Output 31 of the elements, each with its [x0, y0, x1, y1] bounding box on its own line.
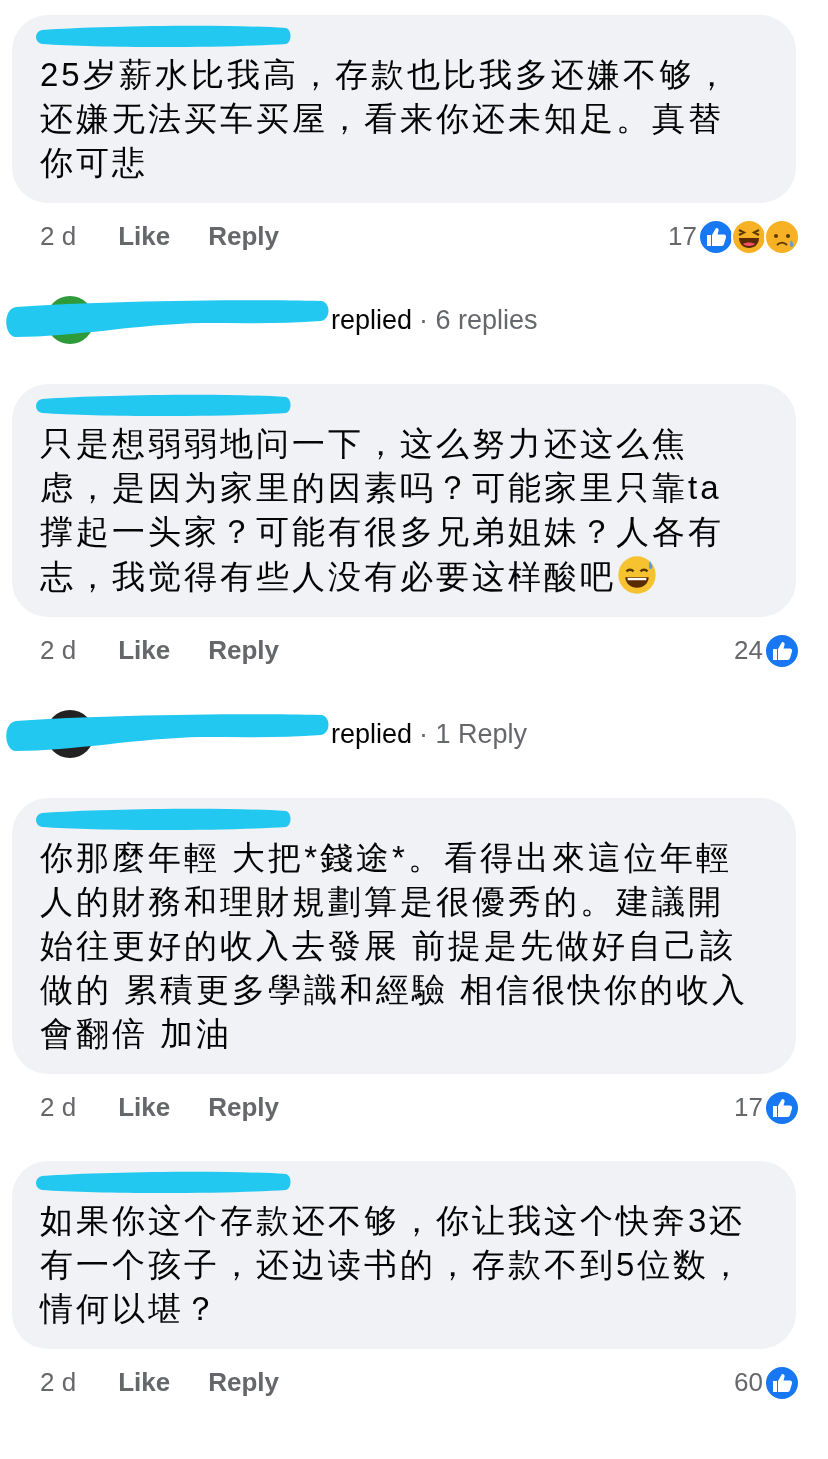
- like-link[interactable]: Like: [118, 631, 171, 670]
- comment-text: 只是想弱弱地问一下，这么努力还这么焦虑，是因为家里的因素吗？可能家里只靠ta撑起一头家？可能有很多兄弟姐妹？人各有志，我觉得有些人没有必要这样酸吧: [40, 424, 725, 598]
- replied-label: replied: [331, 717, 413, 751]
- laughing-face-icon: [731, 218, 767, 255]
- reply-link[interactable]: Reply: [208, 1363, 279, 1402]
- comment-time: 2 d: [40, 1091, 77, 1124]
- comment-text: 你那麼年輕 大把*錢途*。看得出來這位年輕人的財務和理財規劃算是很優秀的。建議開始往更好的收入去發展 前提是先做好自己該做的 累積更多學識和經驗 相信很快你的收入會翻倍 加油: [40, 838, 750, 1054]
- reaction-count: 24: [734, 634, 763, 667]
- comment-text: 25岁薪水比我高，存款也比我多还嫌不够，还嫌无法买车买屋，看来你还未知足。真替你可悲: [40, 55, 732, 183]
- sweat-smile-icon: [616, 554, 658, 596]
- reaction-count: 17: [668, 220, 697, 253]
- sad-face-icon: [764, 218, 800, 255]
- like-link[interactable]: Like: [118, 1363, 171, 1402]
- reply-link[interactable]: Reply: [208, 1088, 279, 1127]
- comment-time: 2 d: [40, 634, 77, 667]
- replies-link[interactable]: · 6 replies: [419, 299, 538, 341]
- comment-text: 如果你这个存款还不够，你让我这个快奔3还有一个孩子，还边读书的，存款不到5位数，情何以堪？: [40, 1201, 747, 1329]
- reply-link[interactable]: Reply: [208, 217, 279, 256]
- like-link[interactable]: Like: [118, 217, 171, 256]
- thumbs-up-icon: [698, 218, 734, 255]
- reaction-count: 60: [734, 1366, 763, 1399]
- thumbs-up-icon: [764, 1364, 800, 1401]
- comment-time: 2 d: [40, 220, 77, 253]
- like-link[interactable]: Like: [118, 1088, 171, 1127]
- reply-link[interactable]: Reply: [208, 631, 279, 670]
- reaction-count: 17: [734, 1091, 763, 1124]
- thumbs-up-icon: [764, 1089, 800, 1126]
- comment-time: 2 d: [40, 1366, 77, 1399]
- replies-link[interactable]: · 1 Reply: [419, 713, 528, 755]
- thumbs-up-icon: [764, 632, 800, 669]
- replied-label: replied: [331, 303, 413, 337]
